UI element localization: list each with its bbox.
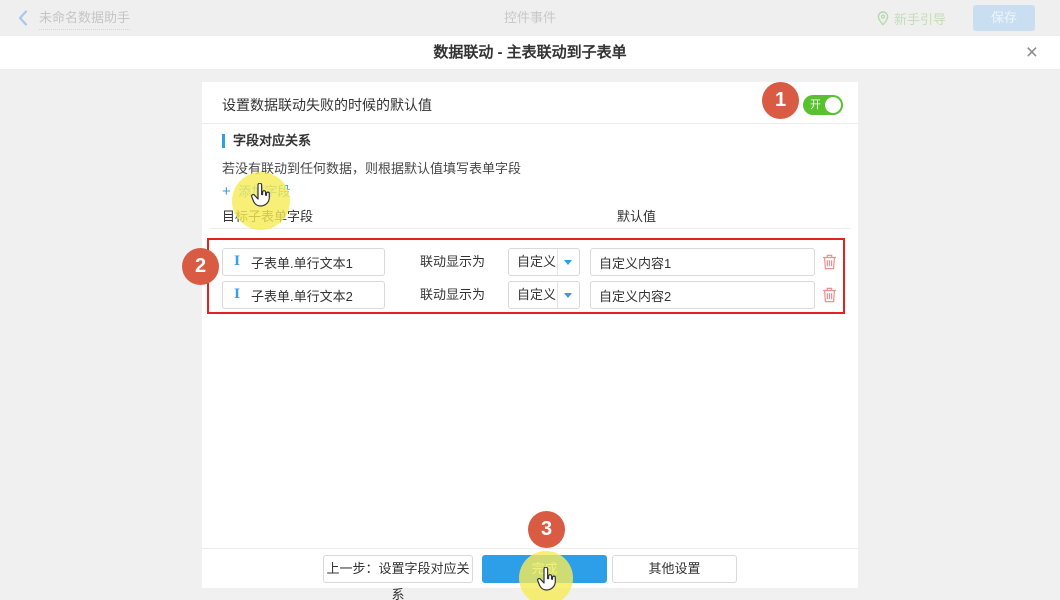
target-field-input[interactable] xyxy=(222,281,385,309)
topbar: 未命名数据助手 控件事件 新手引导 保存 xyxy=(0,0,1060,36)
field-mapping-section-title: 字段对应关系 xyxy=(222,134,311,148)
default-value-toggle[interactable]: 开 xyxy=(803,95,843,115)
divider xyxy=(210,228,850,229)
previous-step-button[interactable]: 上一步：设置字段对应关系 xyxy=(323,555,473,583)
toggle-knob xyxy=(825,97,841,113)
save-button[interactable]: 保存 xyxy=(973,5,1035,31)
dialog-title: 数据联动 - 主表联动到子表单 xyxy=(0,36,1060,69)
target-field-input-wrap: I xyxy=(222,248,385,276)
other-settings-button[interactable]: 其他设置 xyxy=(612,555,737,583)
hand-cursor-icon xyxy=(536,567,558,593)
annotation-badge-2: 2 xyxy=(182,248,219,285)
mode-select-value: 自定义 xyxy=(517,282,556,308)
guide-label: 新手引导 xyxy=(894,9,946,28)
pin-icon xyxy=(877,11,889,26)
link-display-label: 联动显示为 xyxy=(420,248,485,276)
mapping-row: I 联动显示为 自定义 xyxy=(202,281,858,309)
target-field-input-wrap: I xyxy=(222,281,385,309)
divider xyxy=(202,123,858,124)
dialog-panel: 设置数据联动失败的时候的默认值 开 字段对应关系 若没有联动到任何数据，则根据默… xyxy=(202,82,858,588)
chevron-down-icon xyxy=(557,282,579,308)
chevron-down-icon xyxy=(557,249,579,275)
plus-icon: + xyxy=(222,183,231,200)
mode-select[interactable]: 自定义 xyxy=(508,281,580,309)
text-field-icon: I xyxy=(231,287,243,303)
trash-icon[interactable] xyxy=(822,254,838,271)
toggle-on-label: 开 xyxy=(810,95,821,115)
mode-select[interactable]: 自定义 xyxy=(508,248,580,276)
text-field-icon: I xyxy=(231,254,243,270)
trash-icon[interactable] xyxy=(822,287,838,304)
screen: 未命名数据助手 控件事件 新手引导 保存 数据联动 - 主表联动到子表单 × 设… xyxy=(0,0,1060,600)
divider xyxy=(202,548,858,549)
dialog-titlebar: 数据联动 - 主表联动到子表单 × xyxy=(0,36,1060,70)
link-display-label: 联动显示为 xyxy=(420,281,485,309)
default-value-input[interactable] xyxy=(590,281,815,309)
default-value-input[interactable] xyxy=(590,248,815,276)
annotation-badge-1: 1 xyxy=(762,82,799,119)
beginner-guide-button[interactable]: 新手引导 xyxy=(877,0,946,36)
annotation-badge-3: 3 xyxy=(528,511,565,548)
close-icon[interactable]: × xyxy=(1026,39,1038,67)
column-header-default-value: 默认值 xyxy=(617,206,656,225)
mode-select-value: 自定义 xyxy=(517,249,556,275)
default-value-setting-label: 设置数据联动失败的时候的默认值 xyxy=(222,95,432,115)
hand-cursor-icon xyxy=(250,183,272,209)
mapping-row: I 联动显示为 自定义 xyxy=(202,248,858,276)
target-field-input[interactable] xyxy=(222,248,385,276)
